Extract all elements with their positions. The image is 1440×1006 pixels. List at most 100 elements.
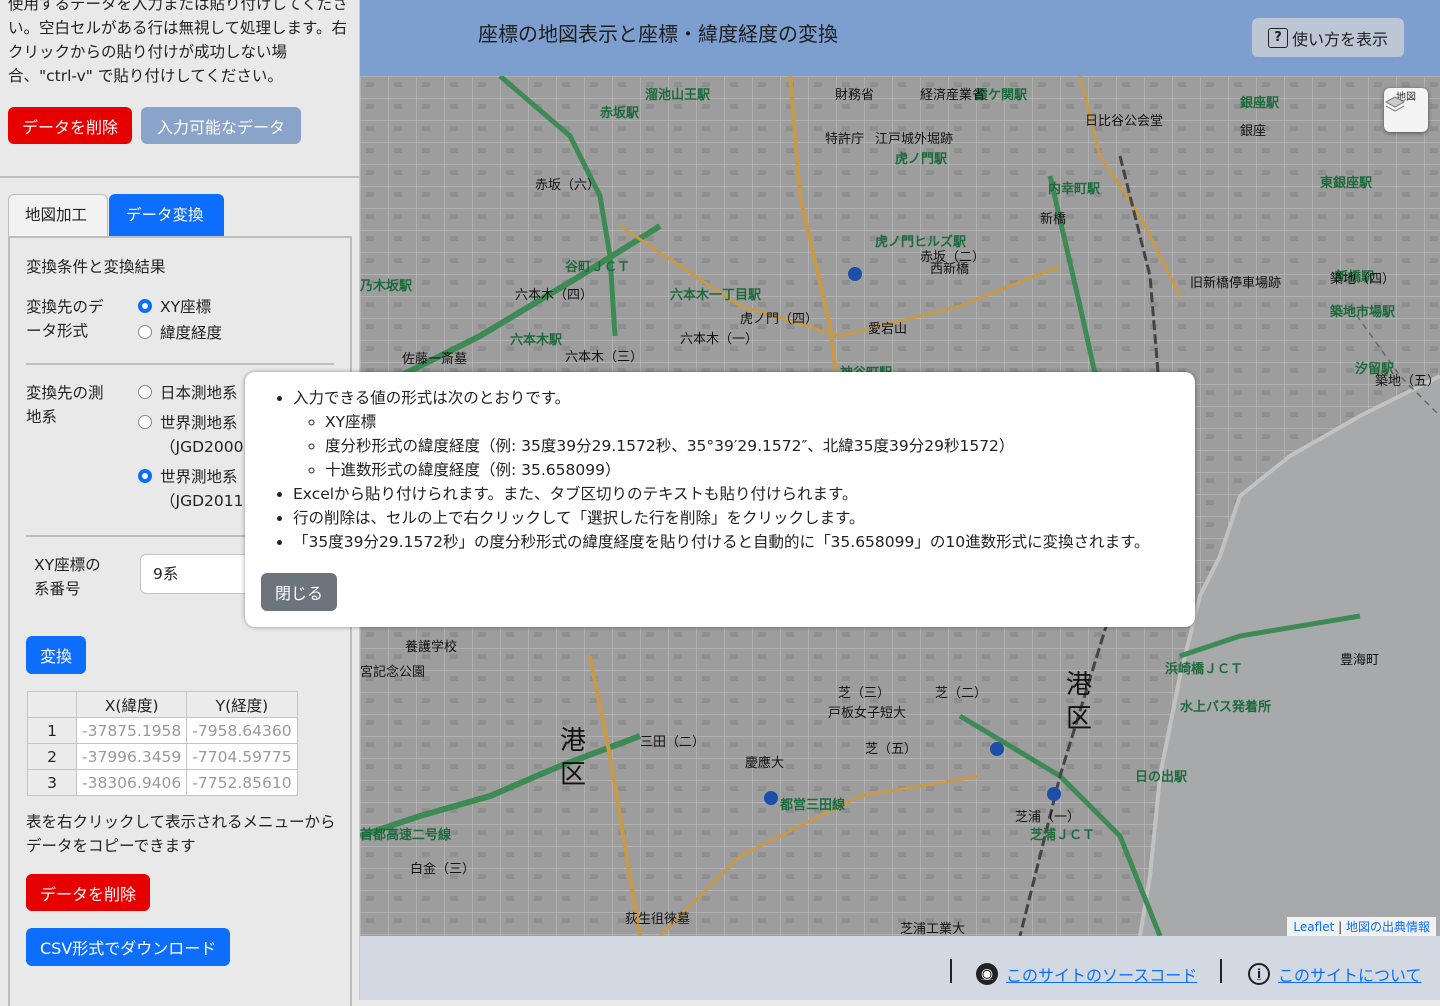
map-place-label: 芝（五） [865,742,918,757]
divider [26,363,334,365]
map-place-label: 虎ノ門駅 [895,152,948,167]
map-place-label: 六本木（四） [515,288,594,303]
cell-x[interactable]: -38306.9406 [75,769,188,796]
map-place-label: 内幸町駅 [1048,182,1101,197]
format-option-label: 緯度経度 [160,324,223,342]
close-modal-button[interactable]: 閉じる [261,573,338,611]
map-place-label: 豊海町 [1340,653,1380,668]
info-circle-icon: i [1248,963,1270,985]
source-code-link[interactable]: ◉ このサイトのソースコード [976,962,1197,986]
datum-label: 変換先の測地系 [26,384,104,426]
cell-y[interactable]: -7752.85610 [186,769,298,796]
map-place-label: 三田（二） [640,735,706,750]
copy-note: 表を右クリックして表示されるメニューからデータをコピーできます [26,813,336,855]
datum-radio-jgd2000[interactable]: 世界測地系 （JGD2000 [138,411,243,459]
map-place-label: 西新橋 [930,262,970,277]
map-place-label: 築地市場駅 [1330,305,1396,320]
layers-icon [1384,96,1406,112]
input-instructions: 使用するデータを入力または貼り付けしてください。空白セルがある行は無視して処理し… [8,0,349,85]
about-link[interactable]: i このサイトについて [1248,962,1422,986]
help-item: Excelから貼り付けられます。また、タブ区切りのテキストも貼り付けられます。 [293,482,1179,506]
table-row[interactable]: 3 -38306.9406 -7752.85610 [27,769,298,796]
divider [0,176,360,178]
layer-switcher-button[interactable]: 地図 [1384,88,1428,132]
table-row[interactable]: 2 -37996.3459 -7704.59775 [27,743,298,770]
attribution-separator: | [1338,920,1343,934]
map-place-label: 佐藤一斎墓 [402,352,468,367]
cell-x[interactable]: -37996.3459 [75,743,188,770]
datum-option-sub: （JGD2000 [160,438,244,456]
datum-radio-jgd2011[interactable]: 世界測地系 （JGD2011 [138,465,243,513]
map-place-label: 赤坂（六） [535,178,601,193]
show-help-label: 使い方を表示 [1291,29,1388,49]
cell-x[interactable]: -37875.1958 [75,717,188,744]
radio-indicator [138,469,152,483]
map-place-label: 六本木一丁目駅 [670,288,762,303]
result-table[interactable]: X(緯度) Y(経度) 1 -37875.1958 -7958.64360 2 … [27,691,298,796]
help-modal: 入力できる値の形式は次のとおりです。 XY座標 度分秒形式の緯度経度（例: 35… [245,372,1195,627]
tab-map-edit[interactable]: 地図加工 [8,194,108,236]
map-source-link[interactable]: 地図の出典情報 [1346,920,1430,934]
map-place-label: 六本木（三） [565,350,644,365]
map-place-label: 白金（三） [410,862,476,877]
radio-indicator [138,415,152,429]
map-place-label: 港区 [1066,670,1093,734]
map-place-label: 水上バス発着所 [1180,700,1272,715]
datum-option-text: 世界測地系 （JGD2000 [160,411,243,459]
map-place-label: 養護学校 [405,640,458,655]
help-item: 「35度39分29.1572秒」の度分秒形式の緯度経度を貼り付けると自動的に「3… [293,530,1179,554]
map-place-label: 銀座駅 [1240,96,1280,111]
delete-data-button[interactable]: データを削除 [8,107,133,144]
about-label: このサイトについて [1278,966,1422,985]
map-place-label: 都営三田線 [780,798,846,813]
map-place-label: 慶應大 [745,756,785,771]
row-number: 3 [27,769,77,796]
map-place-label: 芝浦ＪＣＴ [1030,828,1096,843]
map-place-label: 愛宕山 [868,322,908,337]
app-footer: ◉ このサイトのソースコード i このサイトについて [360,936,1440,1000]
map-place-label: 芝（三） [838,686,891,701]
tab-data-convert[interactable]: データ変換 [109,194,224,236]
help-subitem: 十進数形式の緯度経度（例: 35.658099） [325,458,1179,482]
map-place-label: 芝（二） [935,686,988,701]
map-place-label: 六本木駅 [510,333,563,348]
map-place-label: 六本木（一） [680,332,759,347]
convert-button[interactable]: 変換 [26,636,87,674]
source-code-label: このサイトのソースコード [1006,966,1198,985]
map-place-label: 溜池山王駅 [645,88,711,103]
row-number: 2 [27,743,77,770]
map-place-label: 首都高速二号線 [360,828,452,843]
help-subitem: 度分秒形式の緯度経度（例: 35度39分29.1572秒、35°39′29.15… [325,434,1179,458]
map-place-label: 乃木坂駅 [360,279,413,294]
leaflet-link[interactable]: Leaflet [1293,920,1334,934]
help-list: 入力できる値の形式は次のとおりです。 XY座標 度分秒形式の緯度経度（例: 35… [261,386,1179,554]
zone-label: XY座標の系番号 [34,556,101,598]
format-radio-xy[interactable]: XY座標 [138,295,211,319]
map-place-label: 荻生徂徠墓 [625,912,691,927]
cell-y[interactable]: -7958.64360 [186,717,298,744]
table-header-row: X(緯度) Y(経度) [27,691,298,718]
map-place-label: 虎ノ門（四） [740,312,819,327]
corner-cell [27,691,77,718]
map-place-label: 赤坂駅 [600,106,640,121]
csv-download-button[interactable]: CSV形式でダウンロード [26,928,231,966]
help-item-text: 入力できる値の形式は次のとおりです。 [293,389,571,407]
allowed-data-button[interactable]: 入力可能なデータ [141,107,301,144]
show-help-button[interactable]: ? 使い方を表示 [1252,18,1404,57]
radio-indicator [138,385,152,399]
cell-y[interactable]: -7704.59775 [186,743,298,770]
datum-option-sub: （JGD2011 [160,492,244,510]
delete-result-button[interactable]: データを削除 [26,874,151,911]
radio-indicator [138,299,152,313]
column-header-x: X(緯度) [75,691,188,718]
github-icon: ◉ [976,963,998,985]
map-place-label: 戸板女子短大 [828,706,907,721]
app-header: 座標の地図表示と座標・緯度経度の変換 ? 使い方を表示 [360,0,1440,76]
map-place-label: 谷町ＪＣＴ [565,260,631,275]
table-row[interactable]: 1 -37875.1958 -7958.64360 [27,717,298,744]
format-option-label: XY座標 [160,298,212,316]
map-place-label: 江戸城外堀跡 [875,132,954,147]
format-radio-latlng[interactable]: 緯度経度 [138,321,222,345]
map-attribution: Leaflet | 地図の出典情報 [1287,917,1436,936]
datum-radio-tokyo[interactable]: 日本測地系 [138,381,238,405]
